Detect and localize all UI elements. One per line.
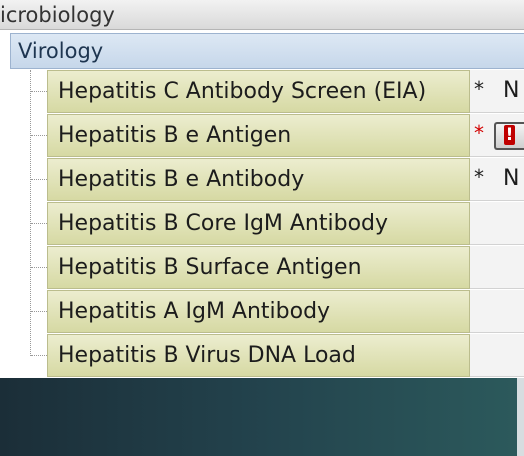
result-cell[interactable]: [470, 334, 524, 377]
result-marker-abnormal: *: [474, 121, 484, 145]
test-name-label: Hepatitis A IgM Antibody: [58, 299, 331, 324]
test-name-cell[interactable]: Hepatitis B e Antibody: [47, 158, 470, 201]
tree-connector: [31, 91, 47, 92]
test-name-cell[interactable]: Hepatitis A IgM Antibody: [47, 290, 470, 333]
category-header-microbiology[interactable]: icrobiology: [0, 0, 524, 30]
test-name-label: Hepatitis B Virus DNA Load: [58, 343, 356, 368]
result-value: N: [503, 166, 520, 191]
test-name-label: Hepatitis B e Antibody: [58, 167, 305, 192]
result-cell[interactable]: [470, 202, 524, 245]
test-row-hepatitis-b-virus-dna-load[interactable]: Hepatitis B Virus DNA Load: [47, 334, 524, 378]
result-cell[interactable]: [470, 246, 524, 289]
result-marker: *: [474, 77, 484, 101]
tree-connector: [31, 135, 47, 136]
result-marker: *: [474, 165, 484, 189]
test-name-cell[interactable]: Hepatitis B Virus DNA Load: [47, 334, 470, 377]
test-row-hepatitis-a-igm-antibody[interactable]: Hepatitis A IgM Antibody: [47, 290, 524, 334]
result-cell[interactable]: * !: [470, 114, 524, 157]
test-name-label: Hepatitis C Antibody Screen (EIA): [58, 79, 427, 104]
tree-connector-vertical: [30, 70, 31, 356]
test-name-cell[interactable]: Hepatitis B e Antigen: [47, 114, 470, 157]
test-row-hepatitis-b-e-antibody[interactable]: Hepatitis B e Antibody * N: [47, 158, 524, 202]
results-window: icrobiology Virology Hepatitis C Antibod…: [0, 0, 524, 378]
tree-connector: [31, 223, 47, 224]
result-cell[interactable]: * N: [470, 70, 524, 113]
tree-connector: [31, 179, 47, 180]
group-header-label: Virology: [18, 39, 104, 63]
result-cell[interactable]: * N: [470, 158, 524, 201]
tree-connector: [31, 267, 47, 268]
test-name-label: Hepatitis B e Antigen: [58, 123, 292, 148]
test-row-hepatitis-c-antibody-screen[interactable]: Hepatitis C Antibody Screen (EIA) * N: [47, 70, 524, 114]
group-header-virology[interactable]: Virology: [10, 33, 524, 69]
result-value: N: [503, 78, 520, 103]
test-name-label: Hepatitis B Surface Antigen: [58, 255, 362, 280]
alert-icon[interactable]: !: [494, 122, 524, 150]
exclamation-icon: !: [504, 125, 515, 145]
tree-connector: [31, 311, 47, 312]
category-header-label: icrobiology: [0, 3, 115, 27]
result-cell[interactable]: [470, 290, 524, 333]
test-name-cell[interactable]: Hepatitis C Antibody Screen (EIA): [47, 70, 470, 113]
test-name-label: Hepatitis B Core IgM Antibody: [58, 211, 389, 236]
test-row-hepatitis-b-e-antigen[interactable]: Hepatitis B e Antigen * !: [47, 114, 524, 158]
test-name-cell[interactable]: Hepatitis B Surface Antigen: [47, 246, 470, 289]
test-row-hepatitis-b-core-igm-antibody[interactable]: Hepatitis B Core IgM Antibody: [47, 202, 524, 246]
test-row-hepatitis-b-surface-antigen[interactable]: Hepatitis B Surface Antigen: [47, 246, 524, 290]
window-edge: [517, 378, 524, 456]
desktop-background: [0, 378, 524, 456]
test-name-cell[interactable]: Hepatitis B Core IgM Antibody: [47, 202, 470, 245]
tree-connector: [31, 355, 47, 356]
